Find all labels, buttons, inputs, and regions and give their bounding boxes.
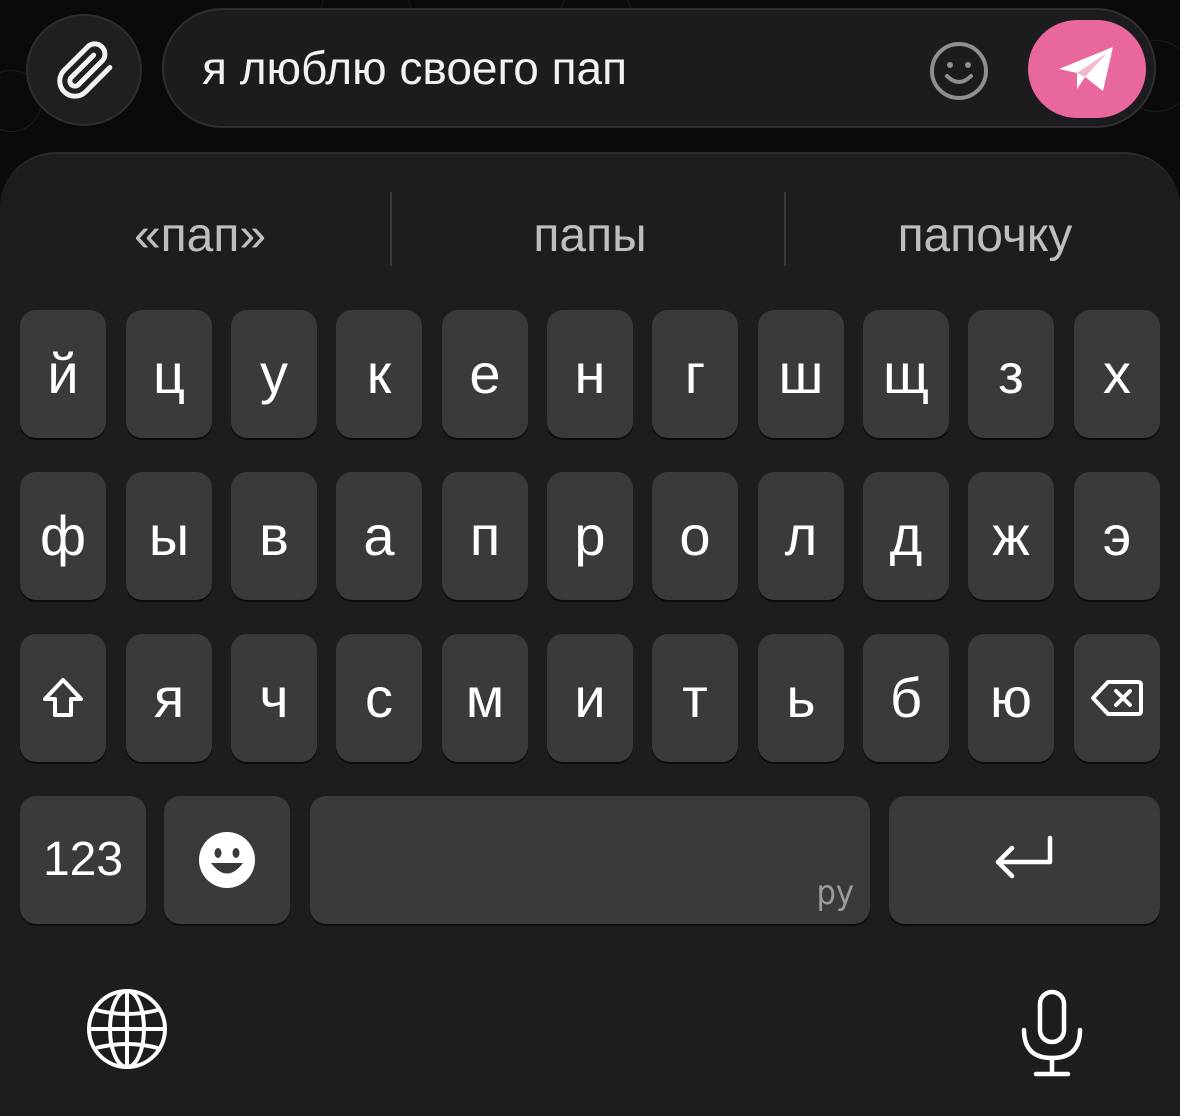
key-е[interactable]: е bbox=[442, 310, 528, 438]
keyboard: «пап» папы папочку й ц у к е н г ш щ з х… bbox=[0, 152, 1180, 1116]
key-я[interactable]: я bbox=[126, 634, 212, 762]
return-key[interactable] bbox=[889, 796, 1160, 924]
globe-icon bbox=[87, 989, 167, 1069]
emoji-key[interactable] bbox=[164, 796, 290, 924]
emoji-button[interactable] bbox=[928, 40, 990, 102]
key-й[interactable]: й bbox=[20, 310, 106, 438]
key-м[interactable]: м bbox=[442, 634, 528, 762]
key-р[interactable]: р bbox=[547, 472, 633, 600]
key-б[interactable]: б bbox=[863, 634, 949, 762]
key-ц[interactable]: ц bbox=[126, 310, 212, 438]
key-х[interactable]: х bbox=[1074, 310, 1160, 438]
backspace-key[interactable] bbox=[1074, 634, 1160, 762]
key-ю[interactable]: ю bbox=[968, 634, 1054, 762]
key-ы[interactable]: ы bbox=[126, 472, 212, 600]
message-input-text[interactable]: я люблю своего пап bbox=[202, 38, 627, 98]
suggestion-1[interactable]: «пап» bbox=[60, 206, 340, 266]
key-н[interactable]: н bbox=[547, 310, 633, 438]
space-key[interactable]: ру bbox=[310, 796, 870, 924]
smiley-outline-icon bbox=[930, 42, 988, 100]
attach-button[interactable] bbox=[26, 14, 142, 126]
key-с[interactable]: с bbox=[336, 634, 422, 762]
backspace-icon bbox=[1091, 680, 1143, 716]
key-к[interactable]: к bbox=[336, 310, 422, 438]
key-о[interactable]: о bbox=[652, 472, 738, 600]
microphone-icon bbox=[1021, 989, 1083, 1077]
key-з[interactable]: з bbox=[968, 310, 1054, 438]
send-button[interactable] bbox=[1028, 20, 1146, 118]
suggestion-2[interactable]: папы bbox=[440, 206, 740, 266]
key-а[interactable]: а bbox=[336, 472, 422, 600]
shift-key[interactable] bbox=[20, 634, 106, 762]
key-в[interactable]: в bbox=[231, 472, 317, 600]
suggestion-3[interactable]: папочку bbox=[830, 206, 1140, 266]
key-у[interactable]: у bbox=[231, 310, 317, 438]
return-arrow-icon bbox=[995, 835, 1052, 879]
key-д[interactable]: д bbox=[863, 472, 949, 600]
message-input-bar[interactable]: я люблю своего пап bbox=[162, 8, 1156, 128]
key-л[interactable]: л bbox=[758, 472, 844, 600]
suggestion-divider bbox=[390, 192, 392, 266]
dictation-button[interactable] bbox=[1016, 988, 1088, 1080]
emoji-face-icon bbox=[199, 832, 255, 888]
key-ф[interactable]: ф bbox=[20, 472, 106, 600]
send-paper-plane-icon bbox=[1059, 47, 1113, 91]
key-г[interactable]: г bbox=[652, 310, 738, 438]
keyboard-language-label: ру bbox=[816, 873, 854, 913]
key-э[interactable]: э bbox=[1074, 472, 1160, 600]
globe-language-switch[interactable] bbox=[84, 986, 170, 1072]
key-ь[interactable]: ь bbox=[758, 634, 844, 762]
key-щ[interactable]: щ bbox=[863, 310, 949, 438]
paperclip-icon bbox=[57, 41, 113, 99]
numbers-key[interactable]: 123 bbox=[20, 796, 146, 924]
key-п[interactable]: п bbox=[442, 472, 528, 600]
key-и[interactable]: и bbox=[547, 634, 633, 762]
key-т[interactable]: т bbox=[652, 634, 738, 762]
key-ж[interactable]: ж bbox=[968, 472, 1054, 600]
key-ш[interactable]: ш bbox=[758, 310, 844, 438]
key-ч[interactable]: ч bbox=[231, 634, 317, 762]
suggestion-divider bbox=[784, 192, 786, 266]
shift-arrow-icon bbox=[43, 678, 83, 717]
